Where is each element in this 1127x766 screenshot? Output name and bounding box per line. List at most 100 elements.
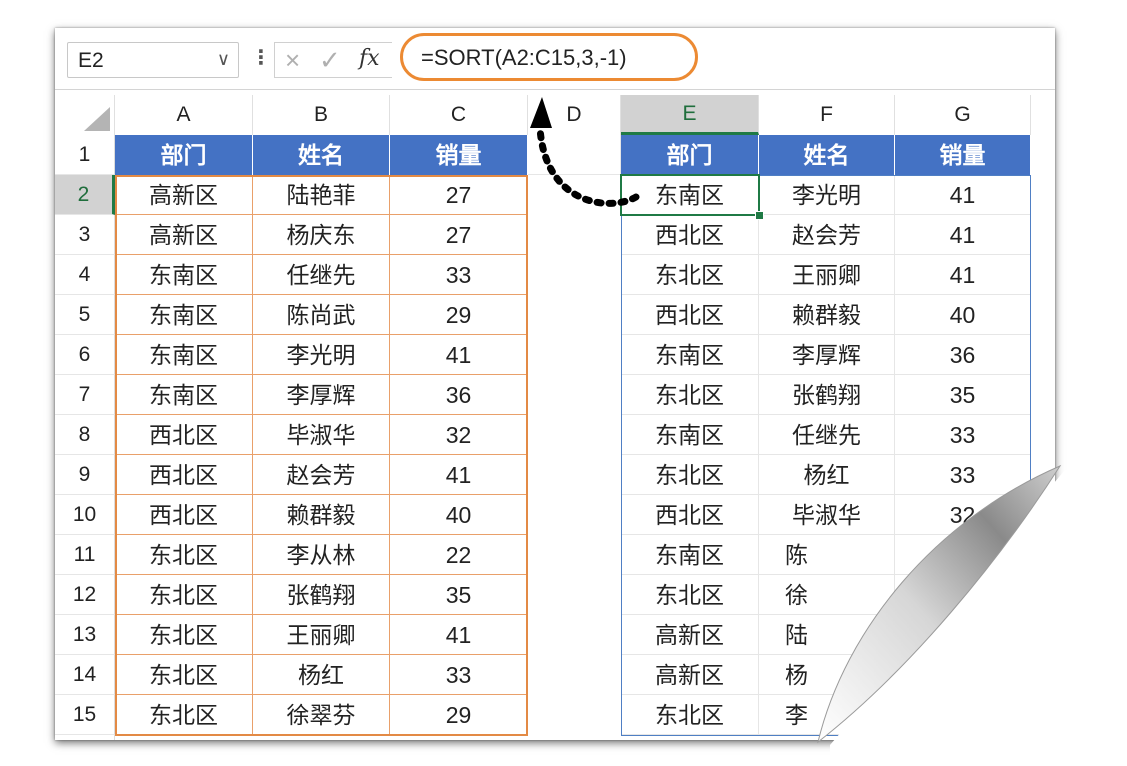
sorted-cell[interactable]: 任继先 <box>759 415 895 455</box>
source-cell[interactable]: 东北区 <box>115 615 253 655</box>
source-cell[interactable]: 李厚辉 <box>253 375 390 415</box>
row-header-11[interactable]: 11 <box>55 535 115 575</box>
sorted-cell[interactable]: 毕淑华 <box>759 495 895 535</box>
source-cell[interactable]: 任继先 <box>253 255 390 295</box>
chevron-down-icon[interactable]: ∨ <box>217 49 230 70</box>
source-cell[interactable]: 41 <box>390 455 528 495</box>
column-header-d[interactable]: D <box>528 95 621 135</box>
sorted-cell[interactable] <box>895 575 1031 615</box>
row-header-14[interactable]: 14 <box>55 655 115 695</box>
row-header-10[interactable]: 10 <box>55 495 115 535</box>
formula-bar-separator[interactable]: ⋮ <box>251 45 271 70</box>
sorted-header-dept[interactable]: 部门 <box>621 135 759 175</box>
sorted-cell[interactable]: 41 <box>895 175 1031 215</box>
cell-d1[interactable] <box>528 135 621 175</box>
sorted-cell[interactable]: 张鹤翔 <box>759 375 895 415</box>
enter-icon[interactable]: ✓ <box>319 45 341 76</box>
source-header-sales[interactable]: 销量 <box>390 135 528 175</box>
sorted-cell[interactable]: 33 <box>895 415 1031 455</box>
fx-icon[interactable]: fx <box>359 46 380 71</box>
source-cell[interactable]: 29 <box>390 695 528 735</box>
row-header-16[interactable] <box>55 735 115 740</box>
sorted-cell[interactable]: 32 <box>895 495 1031 535</box>
sorted-cell[interactable]: 东北区 <box>621 695 759 735</box>
source-cell[interactable]: 41 <box>390 335 528 375</box>
sorted-cell[interactable]: 陈 <box>759 535 895 575</box>
source-cell[interactable]: 高新区 <box>115 215 253 255</box>
column-header-f[interactable]: F <box>759 95 895 135</box>
source-cell[interactable]: 东南区 <box>115 375 253 415</box>
source-cell[interactable]: 李光明 <box>253 335 390 375</box>
column-header-g[interactable]: G <box>895 95 1031 135</box>
source-cell[interactable]: 27 <box>390 175 528 215</box>
row-header-6[interactable]: 6 <box>55 335 115 375</box>
source-cell[interactable]: 毕淑华 <box>253 415 390 455</box>
row-header-4[interactable]: 4 <box>55 255 115 295</box>
source-cell[interactable]: 杨红 <box>253 655 390 695</box>
source-cell[interactable]: 东南区 <box>115 295 253 335</box>
sorted-cell[interactable]: 杨 <box>759 655 895 695</box>
source-cell[interactable]: 西北区 <box>115 455 253 495</box>
row-header-1[interactable]: 1 <box>55 135 115 175</box>
source-cell[interactable]: 东北区 <box>115 535 253 575</box>
column-header-c[interactable]: C <box>390 95 528 135</box>
sorted-cell[interactable]: 西北区 <box>621 295 759 335</box>
source-cell[interactable]: 王丽卿 <box>253 615 390 655</box>
sorted-cell[interactable]: 东北区 <box>621 255 759 295</box>
source-cell[interactable]: 高新区 <box>115 175 253 215</box>
source-cell[interactable]: 40 <box>390 495 528 535</box>
source-cell[interactable]: 东南区 <box>115 255 253 295</box>
source-cell[interactable]: 李从林 <box>253 535 390 575</box>
sorted-cell[interactable] <box>895 655 1031 695</box>
sorted-cell[interactable]: 36 <box>895 335 1031 375</box>
sorted-cell[interactable]: 东南区 <box>621 335 759 375</box>
fill-handle[interactable] <box>755 211 764 220</box>
column-header-b[interactable]: B <box>253 95 390 135</box>
source-cell[interactable]: 东南区 <box>115 335 253 375</box>
column-header-a[interactable]: A <box>115 95 253 135</box>
sorted-cell[interactable]: 西北区 <box>621 215 759 255</box>
sorted-header-sales[interactable]: 销量 <box>895 135 1031 175</box>
source-cell[interactable]: 西北区 <box>115 495 253 535</box>
sorted-cell[interactable]: 东南区 <box>621 175 759 215</box>
source-cell[interactable]: 杨庆东 <box>253 215 390 255</box>
sorted-cell[interactable]: 33 <box>895 455 1031 495</box>
row-header-13[interactable]: 13 <box>55 615 115 655</box>
row-header-15[interactable]: 15 <box>55 695 115 735</box>
sorted-cell[interactable]: 东北区 <box>621 375 759 415</box>
source-cell[interactable]: 29 <box>390 295 528 335</box>
sorted-cell[interactable]: 赵会芳 <box>759 215 895 255</box>
sorted-cell[interactable]: 徐 <box>759 575 895 615</box>
sorted-cell[interactable]: 李 <box>759 695 895 735</box>
source-cell[interactable]: 41 <box>390 615 528 655</box>
sorted-cell[interactable] <box>895 695 1031 735</box>
sorted-cell[interactable]: 41 <box>895 255 1031 295</box>
source-cell[interactable]: 33 <box>390 655 528 695</box>
source-cell[interactable]: 张鹤翔 <box>253 575 390 615</box>
select-all-corner[interactable] <box>55 95 115 135</box>
source-cell[interactable]: 32 <box>390 415 528 455</box>
sorted-cell[interactable]: 杨红 <box>759 455 895 495</box>
sorted-cell[interactable]: 王丽卿 <box>759 255 895 295</box>
source-cell[interactable]: 36 <box>390 375 528 415</box>
sorted-cell[interactable]: 东南区 <box>621 535 759 575</box>
sorted-cell[interactable]: 李厚辉 <box>759 335 895 375</box>
sorted-cell[interactable]: 西北区 <box>621 495 759 535</box>
sorted-cell[interactable]: 陆 <box>759 615 895 655</box>
source-cell[interactable]: 赵会芳 <box>253 455 390 495</box>
row-header-9[interactable]: 9 <box>55 455 115 495</box>
row-header-3[interactable]: 3 <box>55 215 115 255</box>
source-cell[interactable]: 33 <box>390 255 528 295</box>
row-header-2[interactable]: 2 <box>55 175 115 215</box>
sorted-cell[interactable]: 东南区 <box>621 415 759 455</box>
source-cell[interactable]: 赖群毅 <box>253 495 390 535</box>
source-cell[interactable]: 东北区 <box>115 655 253 695</box>
source-header-name[interactable]: 姓名 <box>253 135 390 175</box>
source-cell[interactable]: 35 <box>390 575 528 615</box>
source-cell[interactable]: 徐翠芬 <box>253 695 390 735</box>
cancel-icon[interactable]: × <box>285 45 300 76</box>
sorted-cell[interactable]: 高新区 <box>621 615 759 655</box>
sorted-header-name[interactable]: 姓名 <box>759 135 895 175</box>
formula-input[interactable]: =SORT(A2:C15,3,-1) <box>400 33 698 81</box>
row-header-5[interactable]: 5 <box>55 295 115 335</box>
